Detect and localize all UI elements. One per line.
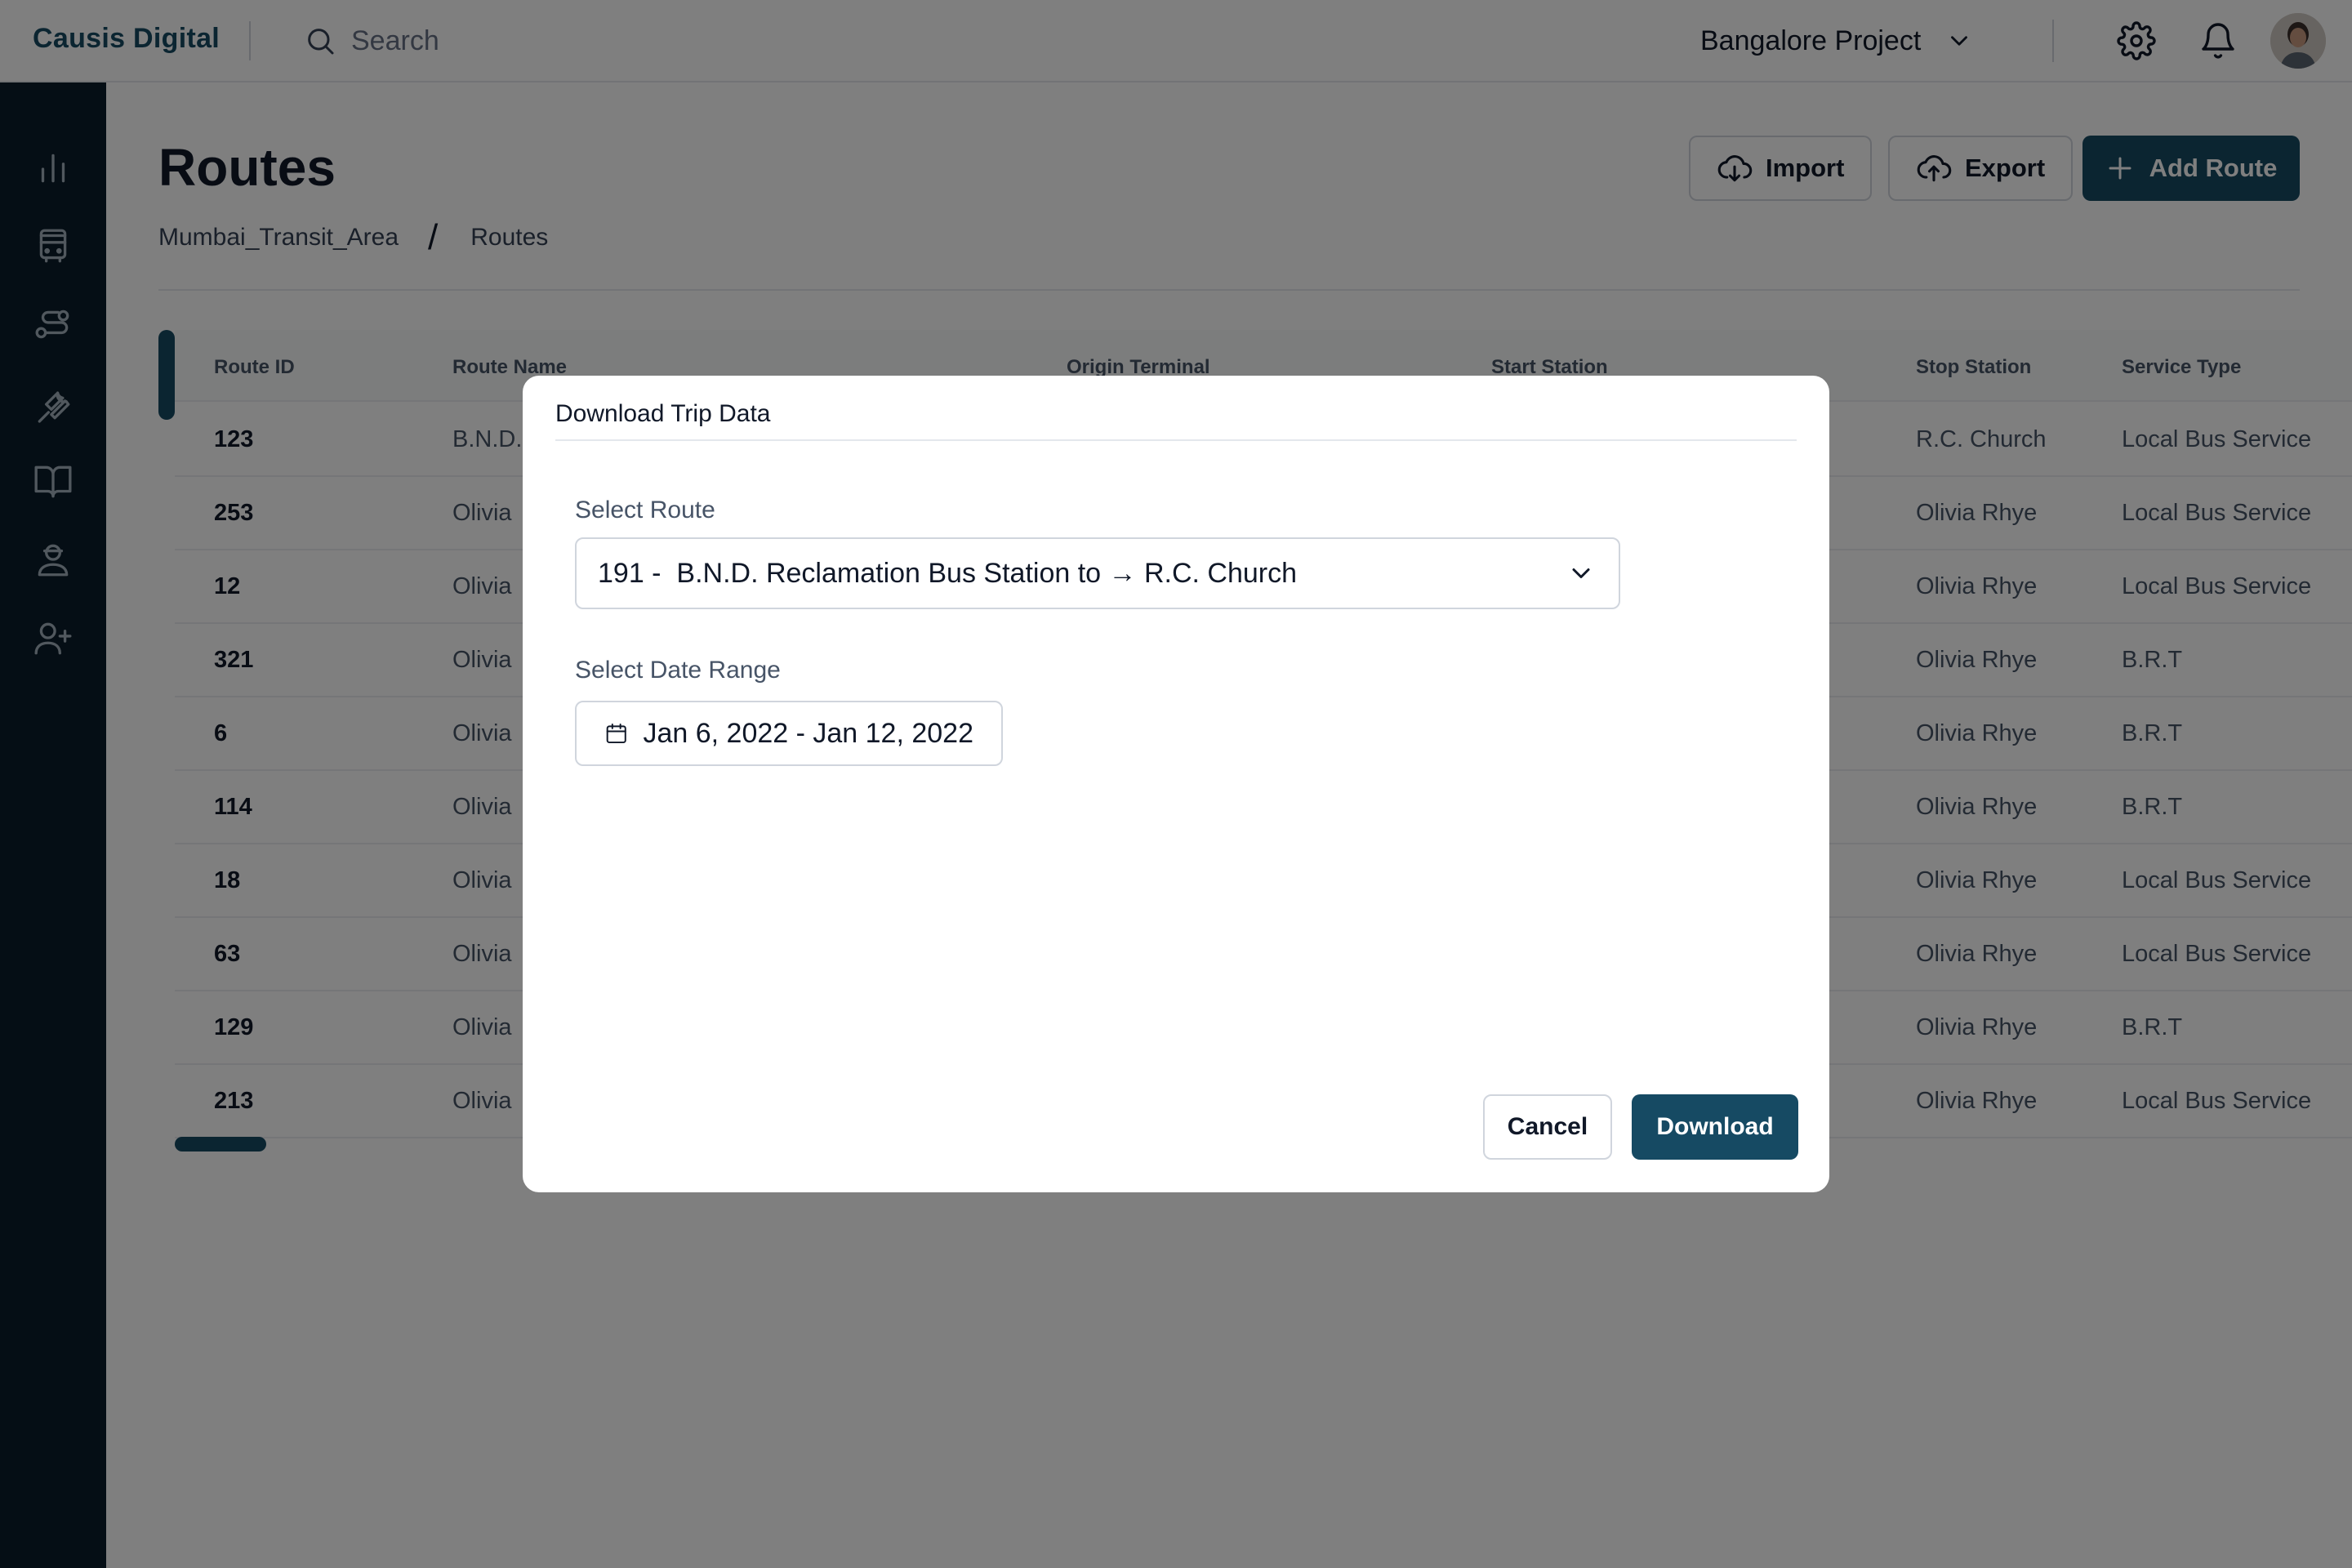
- modal-title: Download Trip Data: [555, 400, 771, 427]
- modal-divider: [555, 439, 1797, 441]
- route-select[interactable]: 191 - B.N.D. Reclamation Bus Station to …: [575, 537, 1620, 609]
- calendar-icon: [606, 723, 626, 744]
- select-date-range-label: Select Date Range: [575, 657, 781, 684]
- download-button[interactable]: Download: [1632, 1094, 1798, 1160]
- date-range-picker[interactable]: Jan 6, 2022 - Jan 12, 2022: [575, 701, 1003, 766]
- date-range-value: Jan 6, 2022 - Jan 12, 2022: [643, 717, 973, 749]
- select-route-label: Select Route: [575, 497, 715, 523]
- chevron-down-icon: [1566, 559, 1596, 588]
- cancel-button[interactable]: Cancel: [1483, 1094, 1612, 1160]
- route-select-value: 191 - B.N.D. Reclamation Bus Station to …: [598, 557, 1298, 589]
- download-trip-data-modal: Download Trip Data Select Route 191 - B.…: [523, 376, 1829, 1192]
